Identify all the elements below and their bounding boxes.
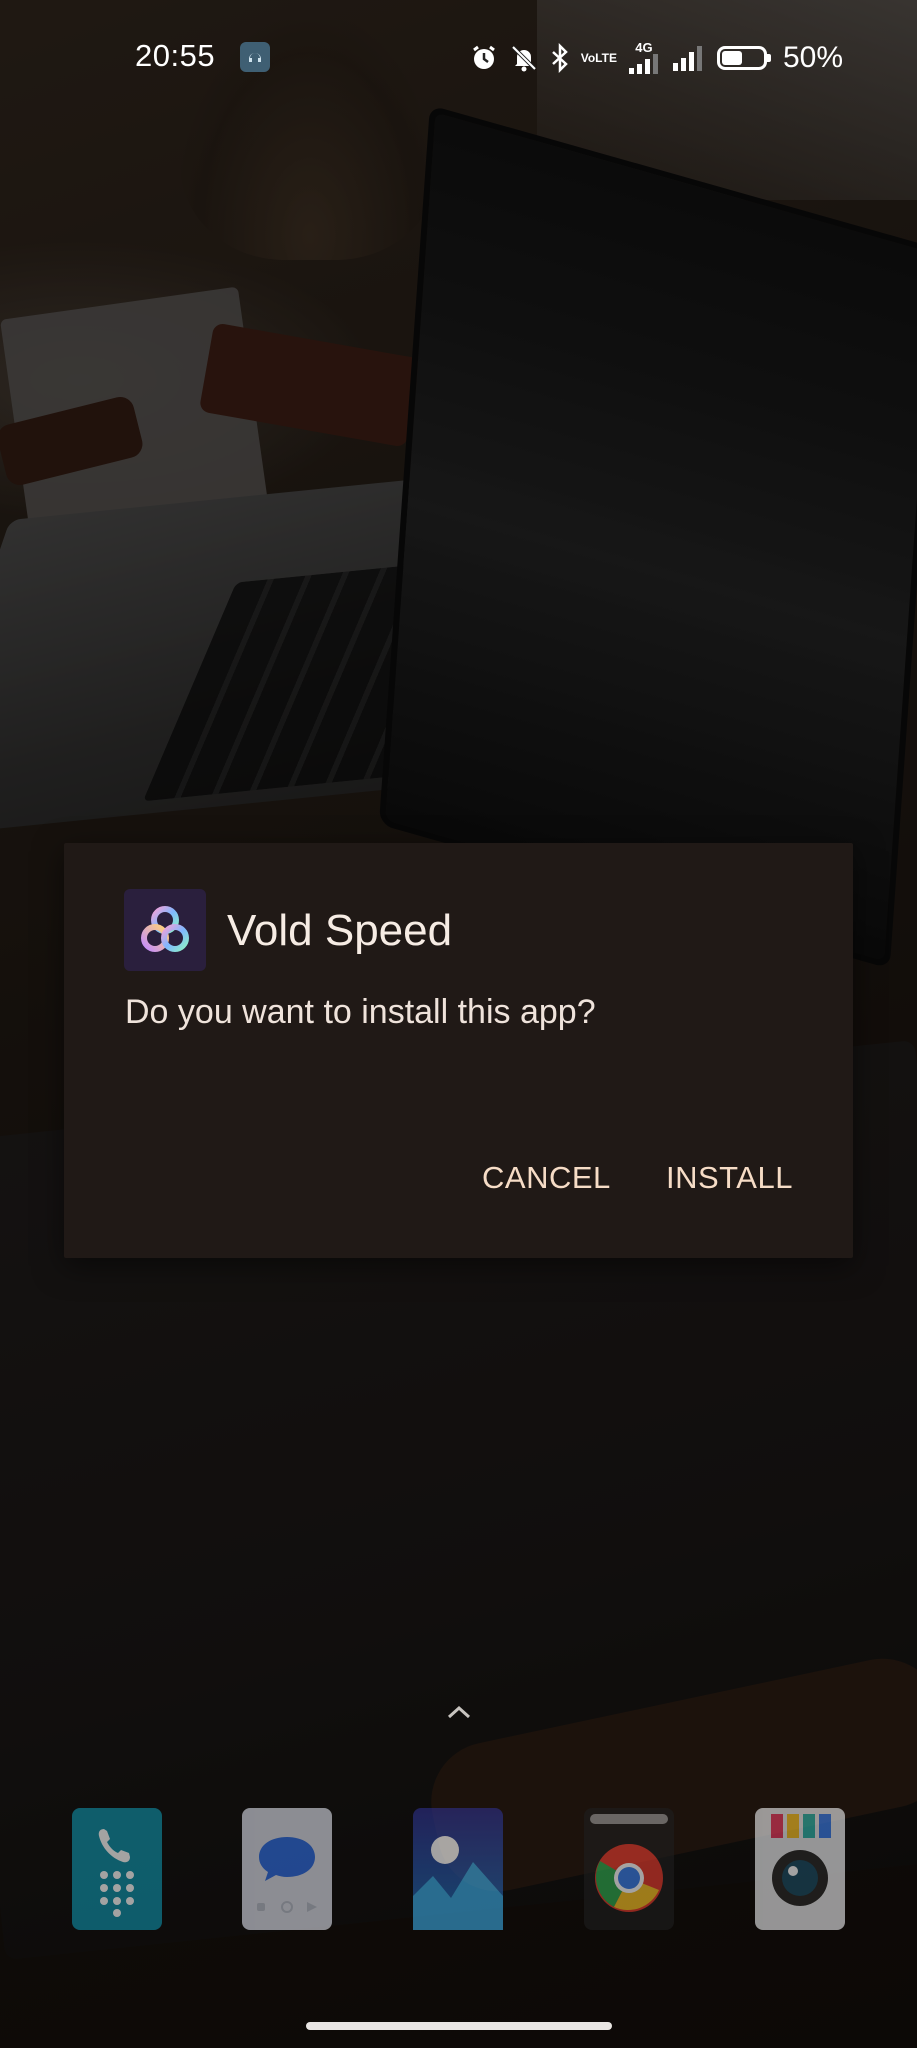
alarm-icon	[469, 43, 499, 73]
camera-app-icon[interactable]	[755, 1808, 845, 1930]
status-icons: Vo LTE 4G 50%	[469, 36, 843, 80]
signal-icon: 4G	[627, 41, 661, 74]
vold-speed-app-icon	[124, 889, 206, 971]
signal-icon-2	[671, 45, 707, 71]
gesture-navigation-handle[interactable]	[306, 2022, 612, 2030]
install-button[interactable]: INSTALL	[666, 1153, 793, 1203]
cancel-button[interactable]: CANCEL	[482, 1153, 611, 1203]
chrome-app-icon[interactable]	[584, 1808, 674, 1930]
volte-icon: Vo LTE	[580, 51, 617, 65]
phone-app-icon[interactable]	[72, 1808, 162, 1930]
app-drawer-chevron-up-icon[interactable]	[443, 1702, 475, 1722]
battery-percent: 50%	[782, 41, 843, 74]
home-screen: 20:55 Vo LTE 4G 50% Vold Speed Do you wa…	[0, 0, 917, 2048]
mute-icon	[509, 43, 539, 73]
bluetooth-icon	[549, 43, 571, 73]
status-bar: 20:55 Vo LTE 4G 50%	[0, 0, 917, 118]
notification-app-icon	[240, 42, 270, 72]
install-dialog: Vold Speed Do you want to install this a…	[64, 843, 853, 1258]
app-name: Vold Speed	[227, 906, 453, 955]
messages-app-icon[interactable]	[242, 1808, 332, 1930]
gallery-app-icon[interactable]	[413, 1808, 503, 1930]
status-time: 20:55	[135, 38, 216, 73]
install-prompt: Do you want to install this app?	[125, 993, 596, 1031]
battery-icon	[716, 46, 771, 70]
